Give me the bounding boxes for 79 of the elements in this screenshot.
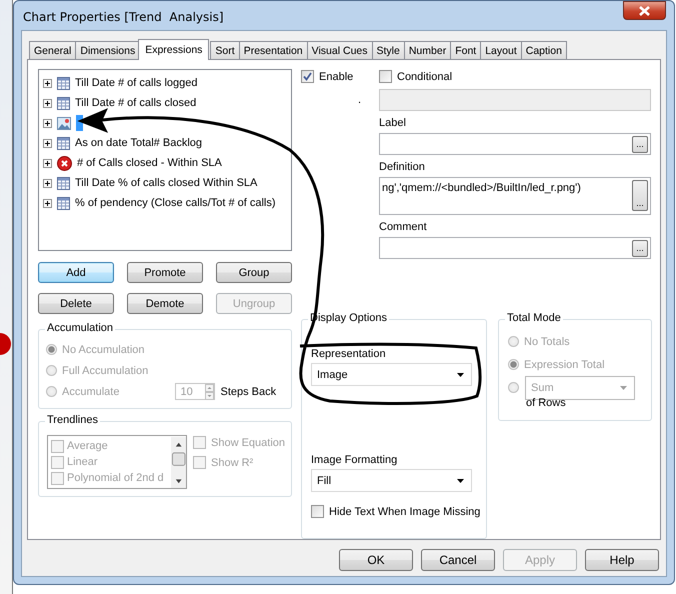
option-label: No Totals xyxy=(524,336,570,348)
expand-icon xyxy=(43,198,52,208)
window-title: Chart Properties [Trend Analysis] xyxy=(23,10,224,24)
option-label: Full Accumulation xyxy=(62,364,148,376)
expand-icon xyxy=(43,118,52,128)
list-item[interactable]: As on date Total# Backlog xyxy=(75,137,202,149)
caret-icon xyxy=(457,478,464,482)
close-icon xyxy=(639,6,650,16)
checkbox[interactable] xyxy=(379,70,392,83)
checkbox[interactable] xyxy=(311,505,324,518)
list-item[interactable]: Till Date % of calls closed Within SLA xyxy=(75,177,258,189)
dropdown[interactable]: Fill xyxy=(311,469,472,492)
list-item[interactable]: # of Calls closed - Within SLA xyxy=(77,157,222,169)
spin-down-icon xyxy=(205,392,214,400)
close-button[interactable] xyxy=(623,1,666,20)
option-label: No Accumulation xyxy=(62,344,145,356)
button[interactable]: Delete xyxy=(38,293,114,314)
button[interactable]: Cancel xyxy=(421,549,495,571)
field-label: Comment xyxy=(379,221,428,235)
expand-icon xyxy=(43,158,52,168)
caret-icon xyxy=(620,386,627,390)
input-field[interactable]: ... xyxy=(379,133,651,155)
browse-button[interactable]: ... xyxy=(632,240,648,256)
table-icon xyxy=(57,176,70,190)
error-icon xyxy=(57,156,72,170)
tab[interactable]: Style xyxy=(372,41,405,59)
tab[interactable]: Dimensions xyxy=(75,41,140,59)
list-item[interactable]: Till Date # of calls logged xyxy=(75,77,198,89)
checkbox[interactable] xyxy=(301,70,314,83)
caret-icon xyxy=(457,372,464,376)
field-label: Label xyxy=(379,117,407,131)
tab[interactable]: Sort xyxy=(210,41,240,59)
button[interactable]: Add xyxy=(38,262,114,283)
tab[interactable]: Visual Cues xyxy=(306,41,372,59)
expand-icon xyxy=(43,78,52,88)
input-field[interactable]: ng','qmem://<bundled>/BuiltIn/led_r.png') ... xyxy=(379,177,651,215)
button[interactable]: OK xyxy=(339,549,413,571)
dot-mark: . xyxy=(358,95,362,105)
button[interactable]: Promote xyxy=(127,262,203,283)
expand-icon xyxy=(43,178,52,188)
option-label: Expression Total xyxy=(524,358,605,370)
button[interactable]: Group xyxy=(216,262,292,283)
browse-button[interactable]: ... xyxy=(632,180,648,211)
button[interactable]: Demote xyxy=(127,293,203,314)
tab[interactable]: Font xyxy=(450,41,482,59)
tab[interactable]: Expressions xyxy=(138,39,210,60)
input-field[interactable]: ... xyxy=(379,237,651,259)
option-label: of Rows xyxy=(526,397,567,409)
spin-up-icon xyxy=(205,384,214,392)
option-label: Show Equation xyxy=(211,436,285,448)
group-title: Accumulation xyxy=(45,322,116,334)
expand-icon xyxy=(43,138,52,148)
field-label: Representation xyxy=(311,348,387,362)
dropdown[interactable]: Image xyxy=(311,363,472,386)
checkbox-label: Enable xyxy=(319,70,354,82)
list-item[interactable]: Till Date # of calls closed xyxy=(75,97,196,109)
group-title: Total Mode xyxy=(505,312,563,324)
table-icon xyxy=(57,76,70,90)
image-icon xyxy=(57,116,71,130)
browse-button[interactable]: ... xyxy=(632,136,648,152)
option-label: Show R² xyxy=(211,456,254,468)
tab[interactable]: Presentation xyxy=(238,41,308,59)
group-title: Trendlines xyxy=(45,414,100,426)
tab[interactable]: Layout xyxy=(480,41,522,59)
tab[interactable]: Caption xyxy=(520,41,567,59)
list-item[interactable]: % of pendency (Close calls/Tot # of calls) xyxy=(75,197,276,209)
checkbox-label: Hide Text When Image Missing xyxy=(329,506,480,518)
expand-icon xyxy=(43,98,52,108)
button[interactable]: Help xyxy=(585,549,659,571)
field-label: Image Formatting xyxy=(311,454,398,468)
tab[interactable]: General xyxy=(29,41,76,59)
table-icon xyxy=(57,96,70,110)
steps-label: Steps Back xyxy=(220,386,276,398)
table-icon xyxy=(57,196,70,210)
field-label: Definition xyxy=(379,161,426,175)
checkbox-label: Conditional xyxy=(397,70,452,82)
tab[interactable]: Number xyxy=(404,41,452,59)
table-icon xyxy=(57,136,70,150)
option-label: Accumulate xyxy=(62,386,120,398)
